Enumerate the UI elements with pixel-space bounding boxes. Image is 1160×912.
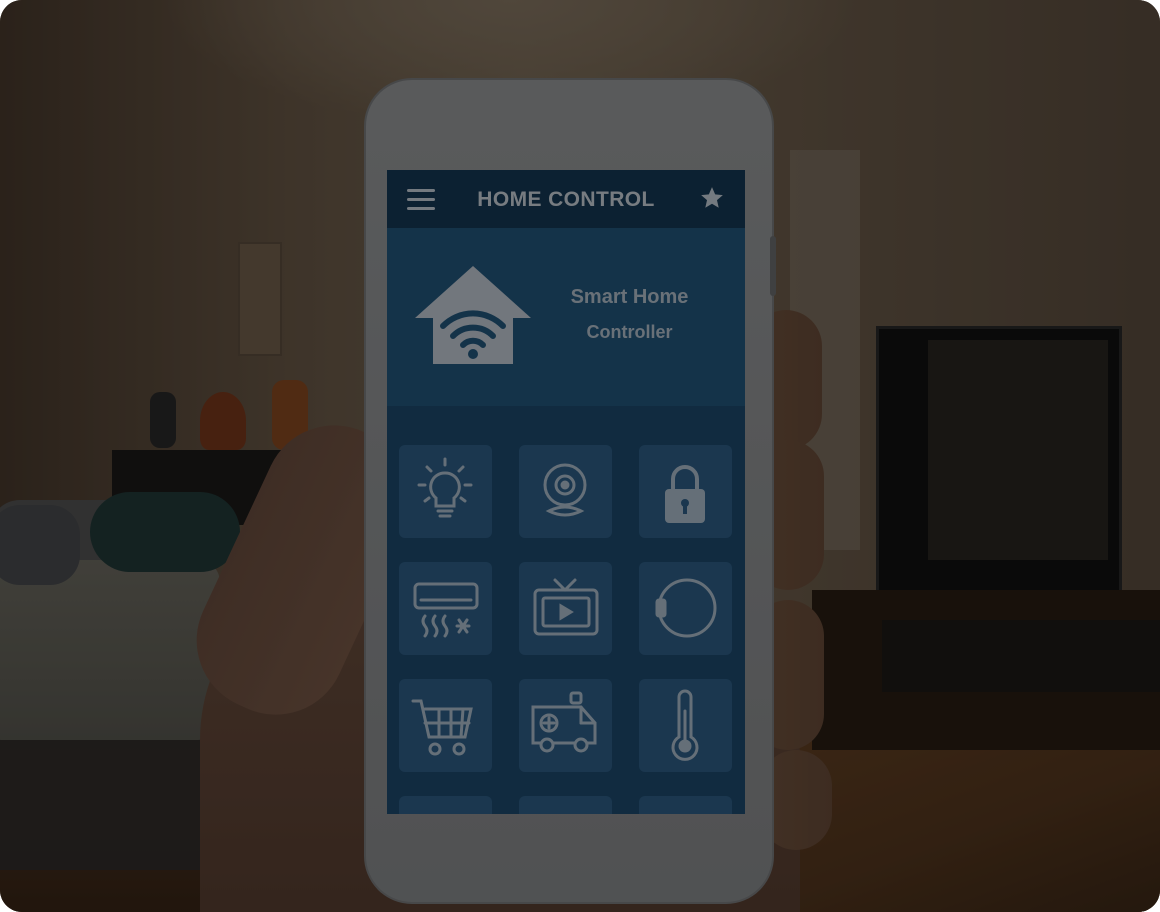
background-pillow <box>90 492 240 572</box>
background-pillow <box>0 505 80 585</box>
background-tv-console-top <box>882 620 1160 692</box>
app-header: HOME CONTROL <box>387 170 745 228</box>
hero-title: Smart Home <box>570 286 689 308</box>
tv-icon <box>533 578 599 636</box>
tile-lock[interactable] <box>639 445 732 538</box>
background-tv-screen <box>928 340 1108 560</box>
tile-device[interactable] <box>639 562 732 655</box>
background-vase <box>200 392 246 450</box>
tile-partial[interactable] <box>399 796 492 814</box>
ambulance-icon <box>531 691 597 753</box>
tile-temperature[interactable] <box>639 679 732 772</box>
star-icon[interactable] <box>699 185 725 211</box>
background-sofa <box>0 560 220 740</box>
shopping-cart-icon <box>411 699 473 756</box>
thermometer-icon <box>671 689 699 761</box>
tile-shopping[interactable] <box>399 679 492 772</box>
phone-side-button <box>770 236 776 296</box>
hero-subtitle: Controller <box>586 322 673 342</box>
tile-partial[interactable] <box>519 796 612 814</box>
tile-camera[interactable] <box>519 445 612 538</box>
device-grid <box>387 406 745 814</box>
padlock-icon <box>665 465 705 523</box>
background-wall-art <box>238 242 282 356</box>
hamburger-menu-icon[interactable] <box>407 189 435 211</box>
hero-banner: Smart Home Controller <box>387 228 745 406</box>
tile-lighting[interactable] <box>399 445 492 538</box>
background-vase <box>150 392 176 448</box>
tile-partial[interactable] <box>639 796 732 814</box>
tile-television[interactable] <box>519 562 612 655</box>
round-device-icon <box>655 578 717 638</box>
tile-emergency[interactable] <box>519 679 612 772</box>
lightbulb-icon <box>417 457 473 518</box>
tile-air-conditioner[interactable] <box>399 562 492 655</box>
photo-frame: HOME CONTROL Smart Home Controller <box>0 0 1160 912</box>
air-conditioner-icon <box>413 582 479 638</box>
webcam-icon <box>543 463 587 517</box>
phone-screen: HOME CONTROL Smart Home Controller <box>387 170 745 814</box>
wifi-home-icon <box>415 266 531 364</box>
background-rug <box>0 720 230 870</box>
app-title: HOME CONTROL <box>477 188 655 211</box>
